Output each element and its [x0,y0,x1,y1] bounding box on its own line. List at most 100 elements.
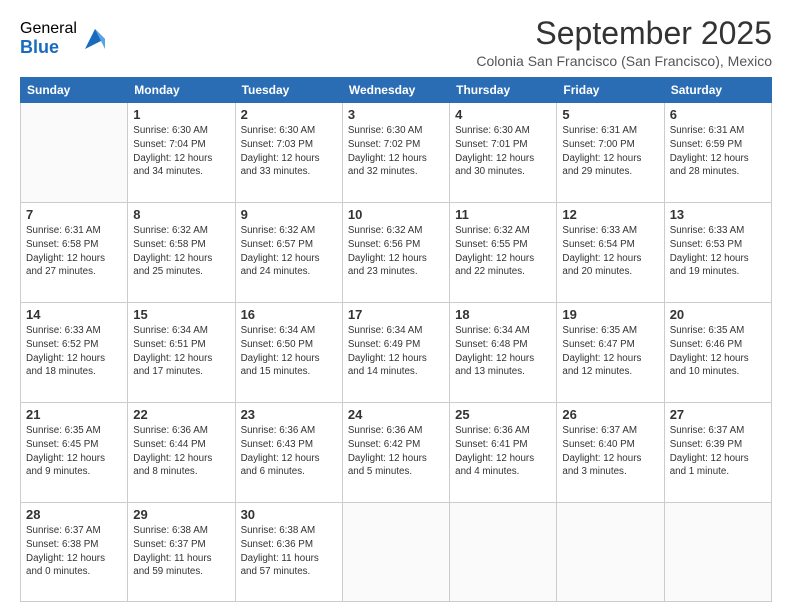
day-number: 23 [241,407,337,422]
header-sunday: Sunday [21,78,128,103]
day-info: Sunrise: 6:31 AMSunset: 7:00 PMDaylight:… [562,124,658,179]
day-info: Sunrise: 6:36 AMSunset: 6:43 PMDaylight:… [241,424,337,479]
header-wednesday: Wednesday [342,78,449,103]
table-row: 11Sunrise: 6:32 AMSunset: 6:55 PMDayligh… [450,203,557,303]
table-row: 8 Sunrise: 6:32 AMSunset: 6:58 PMDaylight… [128,203,235,303]
day-number: 6 [670,107,766,122]
calendar-header-row: Sunday Monday Tuesday Wednesday Thursday… [21,78,772,103]
day-info: Sunrise: 6:38 AMSunset: 6:36 PMDaylight:… [241,524,337,579]
logo-general: General [20,20,77,38]
day-info: Sunrise: 6:35 AMSunset: 6:45 PMDaylight:… [26,424,122,479]
day-info: Sunrise: 6:32 AMSunset: 6:56 PMDaylight:… [348,224,444,279]
day-info: Sunrise: 6:33 AMSunset: 6:54 PMDaylight:… [562,224,658,279]
day-info: Sunrise: 6:34 AMSunset: 6:49 PMDaylight:… [348,324,444,379]
logo-icon [81,25,109,53]
table-row [450,503,557,602]
day-info: Sunrise: 6:34 AMSunset: 6:48 PMDaylight:… [455,324,551,379]
day-info: Sunrise: 6:30 AMSunset: 7:04 PMDaylight:… [133,124,229,179]
day-info: Sunrise: 6:32 AMSunset: 6:55 PMDaylight:… [455,224,551,279]
day-info: Sunrise: 6:36 AMSunset: 6:41 PMDaylight:… [455,424,551,479]
subtitle: Colonia San Francisco (San Francisco), M… [476,53,772,69]
day-number: 22 [133,407,229,422]
day-number: 5 [562,107,658,122]
day-number: 8 [133,207,229,222]
table-row: 26Sunrise: 6:37 AMSunset: 6:40 PMDayligh… [557,403,664,503]
header-friday: Friday [557,78,664,103]
header-monday: Monday [128,78,235,103]
day-number: 2 [241,107,337,122]
day-number: 12 [562,207,658,222]
day-number: 7 [26,207,122,222]
day-info: Sunrise: 6:30 AMSunset: 7:01 PMDaylight:… [455,124,551,179]
table-row: 7 Sunrise: 6:31 AMSunset: 6:58 PMDaylight… [21,203,128,303]
table-row: 17 Sunrise: 6:34 AMSunset: 6:49 PMDayligh… [342,303,449,403]
table-row [664,503,771,602]
day-number: 19 [562,307,658,322]
table-row: 18Sunrise: 6:34 AMSunset: 6:48 PMDayligh… [450,303,557,403]
header-tuesday: Tuesday [235,78,342,103]
day-number: 29 [133,507,229,522]
table-row: 1 Sunrise: 6:30 AMSunset: 7:04 PMDaylight… [128,103,235,203]
day-number: 3 [348,107,444,122]
table-row: 13Sunrise: 6:33 AMSunset: 6:53 PMDayligh… [664,203,771,303]
header-thursday: Thursday [450,78,557,103]
day-number: 1 [133,107,229,122]
table-row: 5 Sunrise: 6:31 AMSunset: 7:00 PMDaylight… [557,103,664,203]
header: General Blue September 2025 Colonia San … [20,16,772,69]
day-number: 16 [241,307,337,322]
table-row: 19 Sunrise: 6:35 AMSunset: 6:47 PMDayligh… [557,303,664,403]
day-number: 17 [348,307,444,322]
table-row: 12 Sunrise: 6:33 AMSunset: 6:54 PMDayligh… [557,203,664,303]
day-info: Sunrise: 6:33 AMSunset: 6:52 PMDaylight:… [26,324,122,379]
table-row: 30Sunrise: 6:38 AMSunset: 6:36 PMDayligh… [235,503,342,602]
table-row: 2 Sunrise: 6:30 AMSunset: 7:03 PMDaylight… [235,103,342,203]
table-row: 28 Sunrise: 6:37 AMSunset: 6:38 PMDayligh… [21,503,128,602]
day-info: Sunrise: 6:38 AMSunset: 6:37 PMDaylight:… [133,524,229,579]
table-row: 29 Sunrise: 6:38 AMSunset: 6:37 PMDayligh… [128,503,235,602]
day-number: 15 [133,307,229,322]
day-info: Sunrise: 6:36 AMSunset: 6:44 PMDaylight:… [133,424,229,479]
day-number: 27 [670,407,766,422]
day-info: Sunrise: 6:35 AMSunset: 6:46 PMDaylight:… [670,324,766,379]
day-info: Sunrise: 6:31 AMSunset: 6:59 PMDaylight:… [670,124,766,179]
day-number: 20 [670,307,766,322]
day-info: Sunrise: 6:32 AMSunset: 6:57 PMDaylight:… [241,224,337,279]
day-info: Sunrise: 6:34 AMSunset: 6:51 PMDaylight:… [133,324,229,379]
day-number: 10 [348,207,444,222]
day-info: Sunrise: 6:30 AMSunset: 7:03 PMDaylight:… [241,124,337,179]
day-number: 24 [348,407,444,422]
table-row: 4 Sunrise: 6:30 AMSunset: 7:01 PMDaylight… [450,103,557,203]
day-info: Sunrise: 6:32 AMSunset: 6:58 PMDaylight:… [133,224,229,279]
day-number: 4 [455,107,551,122]
table-row: 14Sunrise: 6:33 AMSunset: 6:52 PMDayligh… [21,303,128,403]
table-row: 20 Sunrise: 6:35 AMSunset: 6:46 PMDayligh… [664,303,771,403]
day-info: Sunrise: 6:37 AMSunset: 6:40 PMDaylight:… [562,424,658,479]
day-info: Sunrise: 6:34 AMSunset: 6:50 PMDaylight:… [241,324,337,379]
table-row: 24 Sunrise: 6:36 AMSunset: 6:42 PMDayligh… [342,403,449,503]
day-number: 28 [26,507,122,522]
day-info: Sunrise: 6:30 AMSunset: 7:02 PMDaylight:… [348,124,444,179]
table-row: 22 Sunrise: 6:36 AMSunset: 6:44 PMDayligh… [128,403,235,503]
day-number: 9 [241,207,337,222]
table-row: 3 Sunrise: 6:30 AMSunset: 7:02 PMDaylight… [342,103,449,203]
table-row: 25 Sunrise: 6:36 AMSunset: 6:41 PMDayligh… [450,403,557,503]
table-row: 27 Sunrise: 6:37 AMSunset: 6:39 PMDayligh… [664,403,771,503]
table-row: 10 Sunrise: 6:32 AMSunset: 6:56 PMDayligh… [342,203,449,303]
day-info: Sunrise: 6:37 AMSunset: 6:38 PMDaylight:… [26,524,122,579]
day-number: 21 [26,407,122,422]
day-info: Sunrise: 6:35 AMSunset: 6:47 PMDaylight:… [562,324,658,379]
table-row [557,503,664,602]
table-row: 9 Sunrise: 6:32 AMSunset: 6:57 PMDaylight… [235,203,342,303]
day-number: 25 [455,407,551,422]
page: General Blue September 2025 Colonia San … [0,0,792,612]
logo-text: General Blue [20,20,77,57]
table-row: 21 Sunrise: 6:35 AMSunset: 6:45 PMDayligh… [21,403,128,503]
title-block: September 2025 Colonia San Francisco (Sa… [476,16,772,69]
day-info: Sunrise: 6:36 AMSunset: 6:42 PMDaylight:… [348,424,444,479]
table-row: 16 Sunrise: 6:34 AMSunset: 6:50 PMDayligh… [235,303,342,403]
logo-blue: Blue [20,38,77,58]
day-info: Sunrise: 6:37 AMSunset: 6:39 PMDaylight:… [670,424,766,479]
day-info: Sunrise: 6:31 AMSunset: 6:58 PMDaylight:… [26,224,122,279]
table-row [342,503,449,602]
table-row: 15 Sunrise: 6:34 AMSunset: 6:51 PMDayligh… [128,303,235,403]
